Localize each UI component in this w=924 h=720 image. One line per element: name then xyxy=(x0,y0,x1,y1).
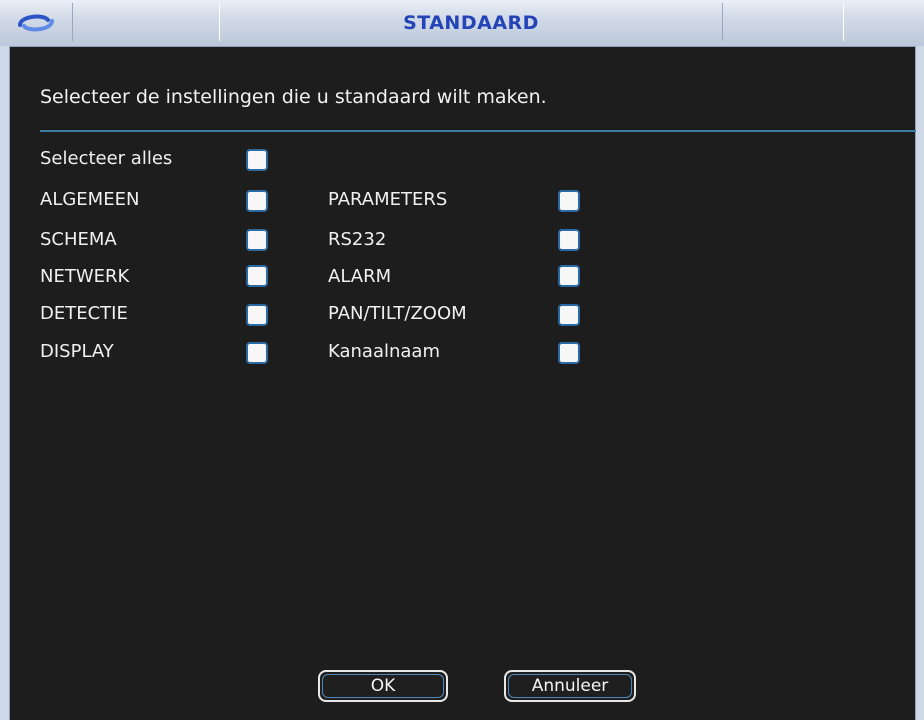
ok-button[interactable]: OK xyxy=(318,670,448,702)
cancel-button-label: Annuleer xyxy=(531,676,609,696)
rs232-label: RS232 xyxy=(328,229,387,250)
schema-label: SCHEMA xyxy=(40,229,117,250)
display-checkbox[interactable] xyxy=(246,342,268,364)
parameters-label: PARAMETERS xyxy=(328,189,448,210)
detectie-checkbox[interactable] xyxy=(246,304,268,326)
title-bar-segment xyxy=(72,3,220,41)
kanaalnaam-label: Kanaalnaam xyxy=(328,341,440,362)
intro-text: Selecteer de instellingen die u standaar… xyxy=(40,86,547,108)
cancel-button[interactable]: Annuleer xyxy=(504,670,636,702)
detectie-label: DETECTIE xyxy=(40,303,128,324)
divider-line xyxy=(40,130,916,132)
alarm-checkbox[interactable] xyxy=(558,265,580,287)
schema-checkbox[interactable] xyxy=(246,229,268,251)
pan-tilt-zoom-label: PAN/TILT/ZOOM xyxy=(328,303,467,324)
rs232-checkbox[interactable] xyxy=(558,229,580,251)
algemeen-label: ALGEMEEN xyxy=(40,189,140,210)
select-all-label: Selecteer alles xyxy=(40,148,173,169)
title-bar: STANDAARD xyxy=(0,0,924,47)
dahua-logo-icon xyxy=(18,14,54,32)
title-bar-segment xyxy=(722,3,844,41)
window-right-edge xyxy=(915,46,924,720)
window-left-edge xyxy=(0,46,10,720)
ok-button-label: OK xyxy=(370,676,396,696)
select-all-checkbox[interactable] xyxy=(246,149,268,171)
default-settings-window: STANDAARD Selecteer de instellingen die … xyxy=(0,0,924,720)
netwerk-checkbox[interactable] xyxy=(246,265,268,287)
algemeen-checkbox[interactable] xyxy=(246,190,268,212)
alarm-label: ALARM xyxy=(328,266,392,287)
kanaalnaam-checkbox[interactable] xyxy=(558,342,580,364)
window-title: STANDAARD xyxy=(403,12,539,34)
netwerk-label: NETWERK xyxy=(40,266,130,287)
parameters-checkbox[interactable] xyxy=(558,190,580,212)
display-label: DISPLAY xyxy=(40,341,114,362)
pan-tilt-zoom-checkbox[interactable] xyxy=(558,304,580,326)
